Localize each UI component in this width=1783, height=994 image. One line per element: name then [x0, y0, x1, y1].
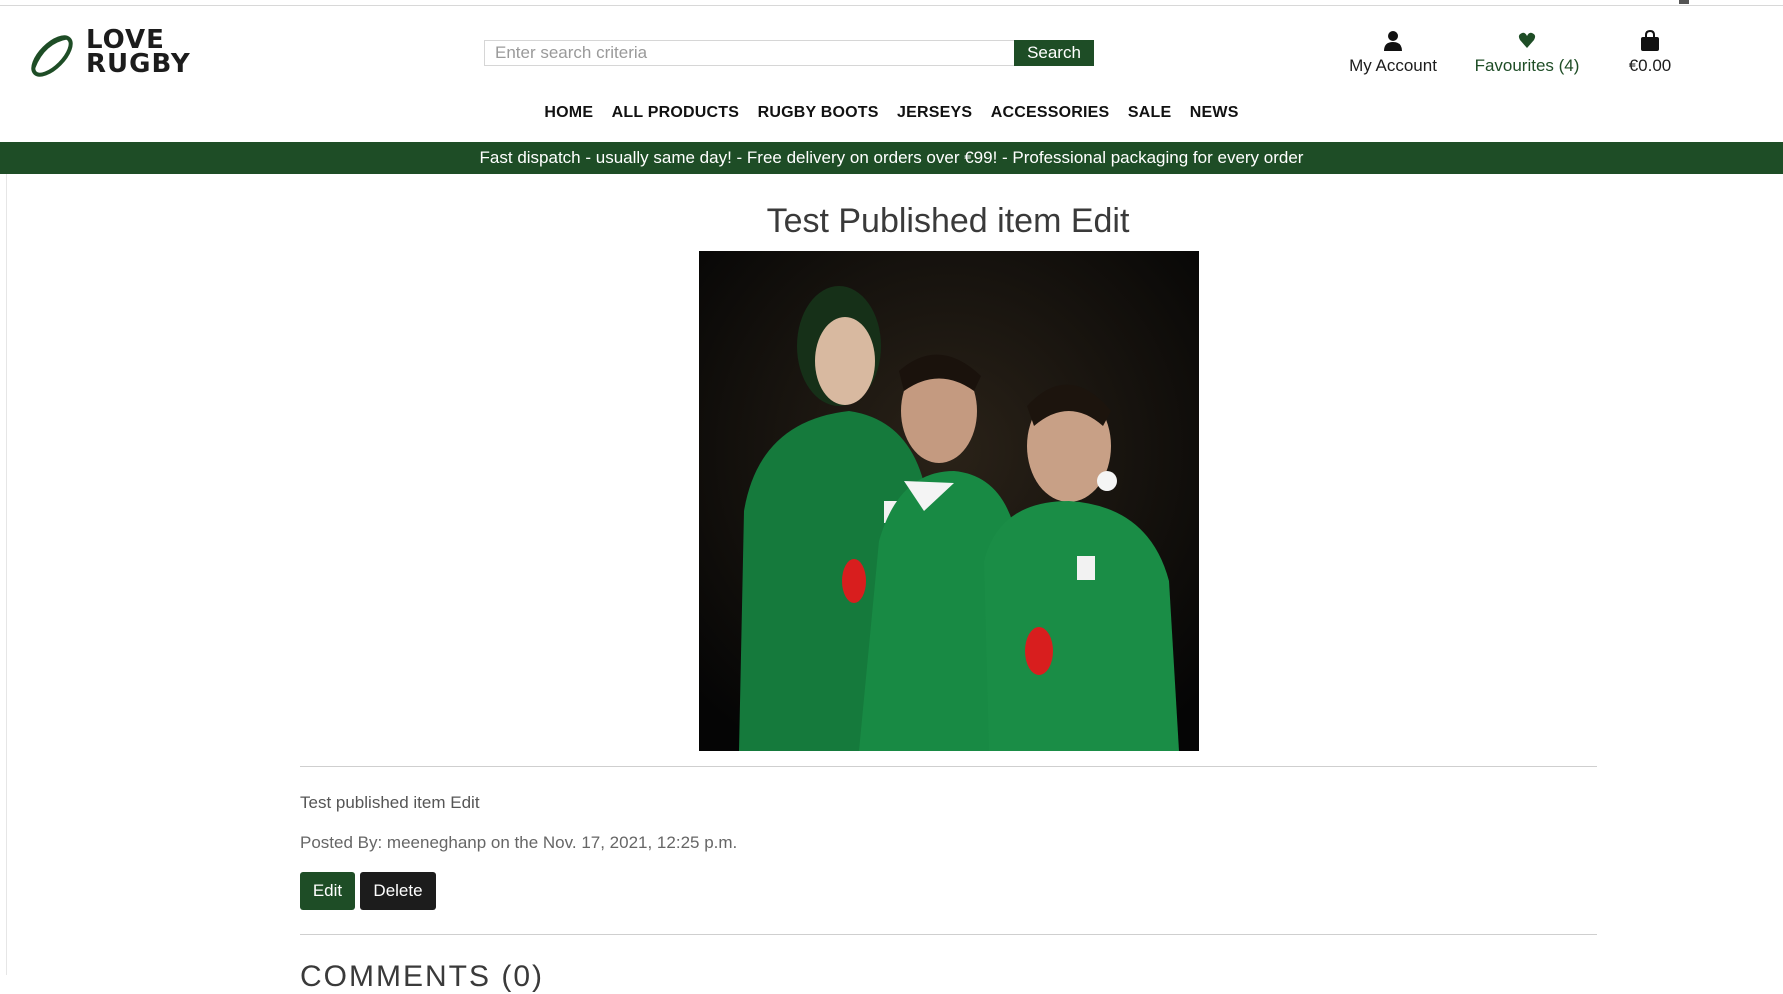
search-button[interactable]: Search [1014, 40, 1094, 66]
user-icon [1384, 31, 1402, 51]
nav-item-news[interactable]: NEWS [1190, 104, 1239, 121]
cart-link[interactable]: €0.00 [1610, 30, 1690, 76]
main-nav: HOME ALL PRODUCTS RUGBY BOOTS JERSEYS AC… [0, 104, 1783, 122]
favourites-link[interactable]: Favourites (4) [1467, 30, 1587, 76]
comments-heading: COMMENTS (0) [300, 960, 544, 993]
my-account-link[interactable]: My Account [1333, 30, 1453, 76]
favourites-label: Favourites (4) [1474, 56, 1580, 75]
my-account-label: My Account [1349, 56, 1437, 75]
nav-item-jerseys[interactable]: JERSEYS [897, 104, 972, 121]
search-form: Search [484, 38, 1094, 68]
edit-button[interactable]: Edit [300, 872, 355, 910]
nav-item-home[interactable]: HOME [544, 104, 593, 121]
delivery-banner: Fast dispatch - usually same day! - Free… [0, 142, 1783, 174]
left-border [6, 174, 7, 975]
nav-item-sale[interactable]: SALE [1128, 104, 1171, 121]
post-meta: Posted By: meeneghanp on the Nov. 17, 20… [300, 833, 738, 852]
delete-button[interactable]: Delete [360, 872, 436, 910]
rugby-ball-icon [31, 35, 73, 77]
post-image [699, 251, 1199, 751]
site-logo[interactable]: LOVE RUGBY [28, 27, 208, 84]
post-title: Test Published item Edit [766, 202, 1130, 240]
heart-icon [1518, 32, 1536, 48]
nav-item-all-products[interactable]: ALL PRODUCTS [612, 104, 739, 121]
rugby-players-photo [699, 251, 1199, 751]
shopping-bag-icon [1641, 30, 1659, 51]
search-input[interactable] [484, 40, 1014, 66]
nav-item-accessories[interactable]: ACCESSORIES [991, 104, 1110, 121]
divider-bottom [300, 934, 1597, 935]
divider-top [300, 766, 1597, 767]
post-body: Test published item Edit [300, 793, 480, 812]
nav-item-rugby-boots[interactable]: RUGBY BOOTS [758, 104, 879, 121]
logo-line-2: RUGBY [86, 49, 191, 79]
cart-total: €0.00 [1628, 56, 1672, 75]
scroll-thumb[interactable] [1679, 0, 1689, 4]
site-header: LOVE RUGBY Search My Account Favourites … [0, 6, 1783, 142]
